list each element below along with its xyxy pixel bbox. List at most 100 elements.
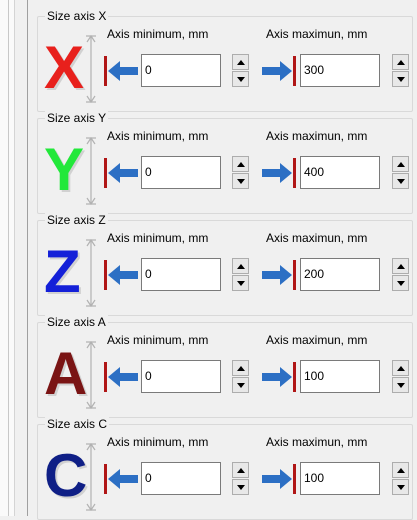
axis-min-spinner[interactable] xyxy=(232,258,249,291)
spin-down-button[interactable] xyxy=(392,275,409,291)
axis-min-input[interactable]: 0 xyxy=(141,258,221,291)
axis-group-y: Size axis Y Y Y Axis minimum, mm Axis ma… xyxy=(37,111,413,214)
triangle-up-icon xyxy=(237,468,245,473)
axis-letter: X xyxy=(44,34,84,101)
axis-group-x: Size axis X X X Axis minimum, mm Axis ma… xyxy=(37,9,413,112)
triangle-down-icon xyxy=(397,281,405,286)
spin-down-button[interactable] xyxy=(392,377,409,393)
triangle-down-icon xyxy=(237,77,245,82)
triangle-down-icon xyxy=(397,77,405,82)
axis-min-input[interactable]: 0 xyxy=(141,462,221,495)
triangle-up-icon xyxy=(397,162,405,167)
spin-down-button[interactable] xyxy=(232,377,249,393)
triangle-up-icon xyxy=(397,264,405,269)
axis-max-label: Axis maximun, mm xyxy=(266,231,368,245)
axis-min-spinner[interactable] xyxy=(232,156,249,189)
axis-group-z: Size axis Z Z Z Axis minimum, mm Axis ma… xyxy=(37,213,413,316)
spin-up-button[interactable] xyxy=(392,258,409,274)
triangle-up-icon xyxy=(237,366,245,371)
arrow-right-to-limit-icon xyxy=(262,260,296,290)
axis-letter: A xyxy=(44,340,87,407)
spin-down-button[interactable] xyxy=(232,71,249,87)
axis-min-input[interactable]: 0 xyxy=(141,54,221,87)
arrow-right-to-limit-icon xyxy=(262,56,296,86)
axis-group-c: Size axis C C C Axis minimum, mm Axis ma… xyxy=(37,417,413,520)
triangle-down-icon xyxy=(237,281,245,286)
triangle-down-icon xyxy=(397,383,405,388)
vertical-dimension-icon xyxy=(86,340,96,410)
vertical-dimension-icon xyxy=(86,34,96,104)
axis-min-label: Axis minimum, mm xyxy=(107,231,209,245)
axis-max-label: Axis maximun, mm xyxy=(266,27,368,41)
axis-max-spinner[interactable] xyxy=(392,156,409,189)
axis-min-spinner[interactable] xyxy=(232,462,249,495)
axis-max-spinner[interactable] xyxy=(392,360,409,393)
spin-up-button[interactable] xyxy=(232,258,249,274)
spin-down-button[interactable] xyxy=(232,275,249,291)
axis-max-spinner[interactable] xyxy=(392,54,409,87)
axis-max-input[interactable]: 300 xyxy=(300,54,380,87)
arrow-left-to-limit-icon xyxy=(104,464,138,494)
spin-up-button[interactable] xyxy=(392,54,409,70)
axis-max-input[interactable]: 100 xyxy=(300,462,380,495)
axis-max-spinner[interactable] xyxy=(392,462,409,495)
spin-up-button[interactable] xyxy=(232,54,249,70)
axis-min-label: Axis minimum, mm xyxy=(107,333,209,347)
axis-max-label: Axis maximun, mm xyxy=(266,333,368,347)
group-title: Size axis C xyxy=(45,417,110,431)
arrow-right-to-limit-icon xyxy=(262,362,296,392)
divider-line xyxy=(8,0,9,516)
axis-min-label: Axis minimum, mm xyxy=(107,129,209,143)
group-title: Size axis X xyxy=(45,9,109,23)
spin-up-button[interactable] xyxy=(392,360,409,376)
spin-up-button[interactable] xyxy=(232,156,249,172)
spin-up-button[interactable] xyxy=(392,156,409,172)
axis-max-input[interactable]: 400 xyxy=(300,156,380,189)
triangle-up-icon xyxy=(397,366,405,371)
arrow-left-to-limit-icon xyxy=(104,56,138,86)
spin-down-button[interactable] xyxy=(232,479,249,495)
triangle-up-icon xyxy=(397,468,405,473)
axis-letter: Z xyxy=(44,238,81,305)
axis-max-input[interactable]: 200 xyxy=(300,258,380,291)
group-title: Size axis Y xyxy=(45,111,109,125)
axis-min-label: Axis minimum, mm xyxy=(107,435,209,449)
triangle-down-icon xyxy=(237,383,245,388)
arrow-left-to-limit-icon xyxy=(104,362,138,392)
spin-down-button[interactable] xyxy=(392,479,409,495)
spin-up-button[interactable] xyxy=(232,462,249,478)
vertical-dimension-icon xyxy=(86,136,96,206)
triangle-down-icon xyxy=(237,485,245,490)
arrow-left-to-limit-icon xyxy=(104,158,138,188)
spin-down-button[interactable] xyxy=(232,173,249,189)
axis-max-spinner[interactable] xyxy=(392,258,409,291)
axis-max-label: Axis maximun, mm xyxy=(266,129,368,143)
spin-up-button[interactable] xyxy=(392,462,409,478)
triangle-down-icon xyxy=(237,179,245,184)
spin-down-button[interactable] xyxy=(392,173,409,189)
axis-letter: Y xyxy=(44,136,84,203)
axis-group-a: Size axis A A A Axis minimum, mm Axis ma… xyxy=(37,315,413,418)
axis-max-label: Axis maximun, mm xyxy=(266,435,368,449)
axis-max-input[interactable]: 100 xyxy=(300,360,380,393)
spin-down-button[interactable] xyxy=(392,71,409,87)
vertical-dimension-icon xyxy=(86,442,96,512)
triangle-down-icon xyxy=(397,485,405,490)
arrow-left-to-limit-icon xyxy=(104,260,138,290)
triangle-down-icon xyxy=(397,179,405,184)
axis-min-input[interactable]: 0 xyxy=(141,360,221,393)
axis-letter: C xyxy=(44,442,87,509)
vertical-dimension-icon xyxy=(86,238,96,308)
axis-min-spinner[interactable] xyxy=(232,54,249,87)
group-title: Size axis Z xyxy=(45,213,108,227)
arrow-right-to-limit-icon xyxy=(262,158,296,188)
spin-up-button[interactable] xyxy=(232,360,249,376)
axis-min-label: Axis minimum, mm xyxy=(107,27,209,41)
axis-min-spinner[interactable] xyxy=(232,360,249,393)
triangle-up-icon xyxy=(397,60,405,65)
triangle-up-icon xyxy=(237,60,245,65)
axis-min-input[interactable]: 0 xyxy=(141,156,221,189)
left-strip xyxy=(0,0,15,516)
triangle-up-icon xyxy=(237,162,245,167)
triangle-up-icon xyxy=(237,264,245,269)
